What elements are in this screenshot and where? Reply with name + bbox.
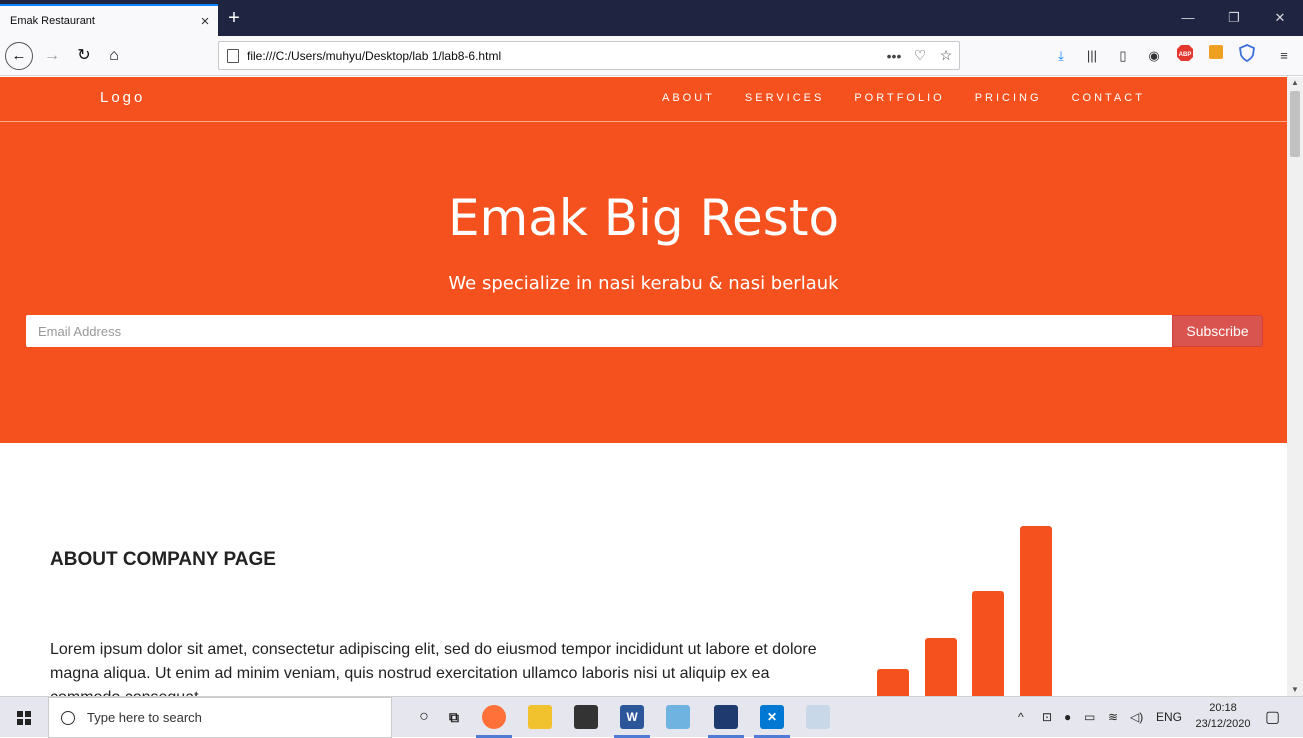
back-button[interactable]: ← — [5, 42, 33, 70]
firefox-icon[interactable] — [482, 705, 506, 729]
site-header: Logo ABOUT SERVICES PORTFOLIO PRICING CO… — [0, 77, 1287, 443]
language-indicator[interactable]: ENG — [1156, 697, 1182, 738]
library-icon[interactable]: ||| — [1080, 44, 1104, 68]
search-icon — [61, 710, 75, 725]
paint-icon[interactable] — [806, 705, 830, 729]
nav-link-portfolio[interactable]: PORTFOLIO — [854, 92, 944, 104]
tray-wifi-icon[interactable]: ≋ — [1108, 697, 1118, 738]
about-title: ABOUT COMPANY PAGE — [50, 549, 276, 570]
menu-icon[interactable]: ≡ — [1272, 44, 1296, 68]
subscribe-form: Subscribe — [26, 315, 1263, 347]
downloads-icon[interactable]: ⤓ — [1049, 44, 1073, 68]
sidebar-icon[interactable]: ▯ — [1111, 44, 1135, 68]
windows-logo-icon — [17, 711, 31, 725]
page-scrollbar[interactable]: ▲ ▼ — [1287, 77, 1303, 696]
nav-link-services[interactable]: SERVICES — [745, 92, 824, 104]
site-logo[interactable]: Logo — [100, 89, 145, 106]
subscribe-button[interactable]: Subscribe — [1172, 315, 1263, 347]
hero-title: Emak Big Resto — [447, 189, 840, 247]
home-button[interactable]: ⌂ — [100, 42, 128, 70]
new-tab-button[interactable]: + — [220, 4, 248, 32]
nav-link-contact[interactable]: CONTACT — [1072, 92, 1145, 104]
tab-title: Emak Restaurant — [10, 15, 95, 27]
tray-chevron-icon[interactable]: ^ — [1018, 697, 1024, 738]
browser-tab-bar: Emak Restaurant × + — ❐ ✕ — [0, 0, 1303, 36]
browser-nav-bar: ← → ↻ ⌂ file:///C:/Users/muhyu/Desktop/l… — [0, 36, 1303, 76]
cortana-icon[interactable]: ○ — [412, 705, 436, 729]
search-placeholder: Type here to search — [87, 710, 202, 725]
vscode-icon[interactable]: ✕ — [760, 705, 784, 729]
signal-bars-icon — [870, 517, 1070, 696]
close-window-button[interactable]: ✕ — [1257, 0, 1303, 36]
page-actions-icon[interactable]: ••• — [881, 48, 907, 64]
bookmark-star-icon[interactable]: ☆ — [933, 47, 959, 64]
windows-taskbar: Type here to search ○ ⧉ W ✕ ^ ⊡ ● ▭ ≋ ◁)… — [0, 696, 1303, 738]
tray-battery-icon[interactable]: ▭ — [1084, 697, 1095, 738]
about-text: Lorem ipsum dolor sit amet, consectetur … — [50, 641, 817, 696]
app2-icon[interactable] — [714, 705, 738, 729]
adblock-icon[interactable]: ABP — [1173, 44, 1197, 68]
site-menu: ABOUT SERVICES PORTFOLIO PRICING CONTACT — [662, 92, 1145, 104]
tray-meet-icon[interactable]: ⊡ — [1042, 697, 1052, 738]
scroll-down-icon[interactable]: ▼ — [1287, 684, 1303, 696]
svg-text:ABP: ABP — [1179, 52, 1192, 58]
forward-button[interactable]: → — [38, 42, 66, 70]
url-text: file:///C:/Users/muhyu/Desktop/lab 1/lab… — [247, 48, 502, 63]
start-button[interactable] — [0, 697, 48, 738]
account-icon[interactable]: ◉ — [1142, 44, 1166, 68]
taskbar-clock[interactable]: 20:18 23/12/2020 — [1192, 700, 1254, 732]
restore-button[interactable]: ❐ — [1211, 0, 1257, 36]
minimize-button[interactable]: — — [1165, 0, 1211, 36]
email-field[interactable] — [26, 315, 1172, 347]
clock-date: 23/12/2020 — [1195, 718, 1251, 730]
page-viewport: Logo ABOUT SERVICES PORTFOLIO PRICING CO… — [0, 77, 1287, 696]
file-explorer-icon[interactable] — [528, 705, 552, 729]
tab-close-icon[interactable]: × — [192, 13, 218, 30]
notifications-icon[interactable]: ▢ — [1265, 697, 1280, 738]
site-navbar: Logo ABOUT SERVICES PORTFOLIO PRICING CO… — [0, 77, 1287, 122]
extension-orange-icon[interactable] — [1204, 44, 1228, 68]
page-icon — [227, 48, 239, 63]
store-icon[interactable] — [574, 705, 598, 729]
app-icon[interactable] — [666, 705, 690, 729]
nav-link-pricing[interactable]: PRICING — [975, 92, 1042, 104]
hero-subtitle: We specialize in nasi kerabu & nasi berl… — [448, 273, 839, 294]
taskbar-search[interactable]: Type here to search — [48, 697, 392, 738]
clock-time: 20:18 — [1209, 702, 1237, 714]
nav-link-about[interactable]: ABOUT — [662, 92, 715, 104]
reload-button[interactable]: ↻ — [70, 42, 98, 70]
browser-tab[interactable]: Emak Restaurant × — [0, 4, 218, 36]
scrollbar-thumb[interactable] — [1290, 91, 1300, 157]
word-icon[interactable]: W — [620, 705, 644, 729]
task-view-icon[interactable]: ⧉ — [442, 705, 466, 729]
address-bar[interactable]: file:///C:/Users/muhyu/Desktop/lab 1/lab… — [218, 41, 960, 70]
scroll-up-icon[interactable]: ▲ — [1287, 77, 1303, 89]
shield-icon[interactable] — [1235, 44, 1259, 68]
tray-volume-icon[interactable]: ◁) — [1130, 697, 1143, 738]
tray-mic-icon[interactable]: ● — [1064, 697, 1071, 738]
pocket-icon[interactable]: ♡ — [907, 47, 933, 64]
